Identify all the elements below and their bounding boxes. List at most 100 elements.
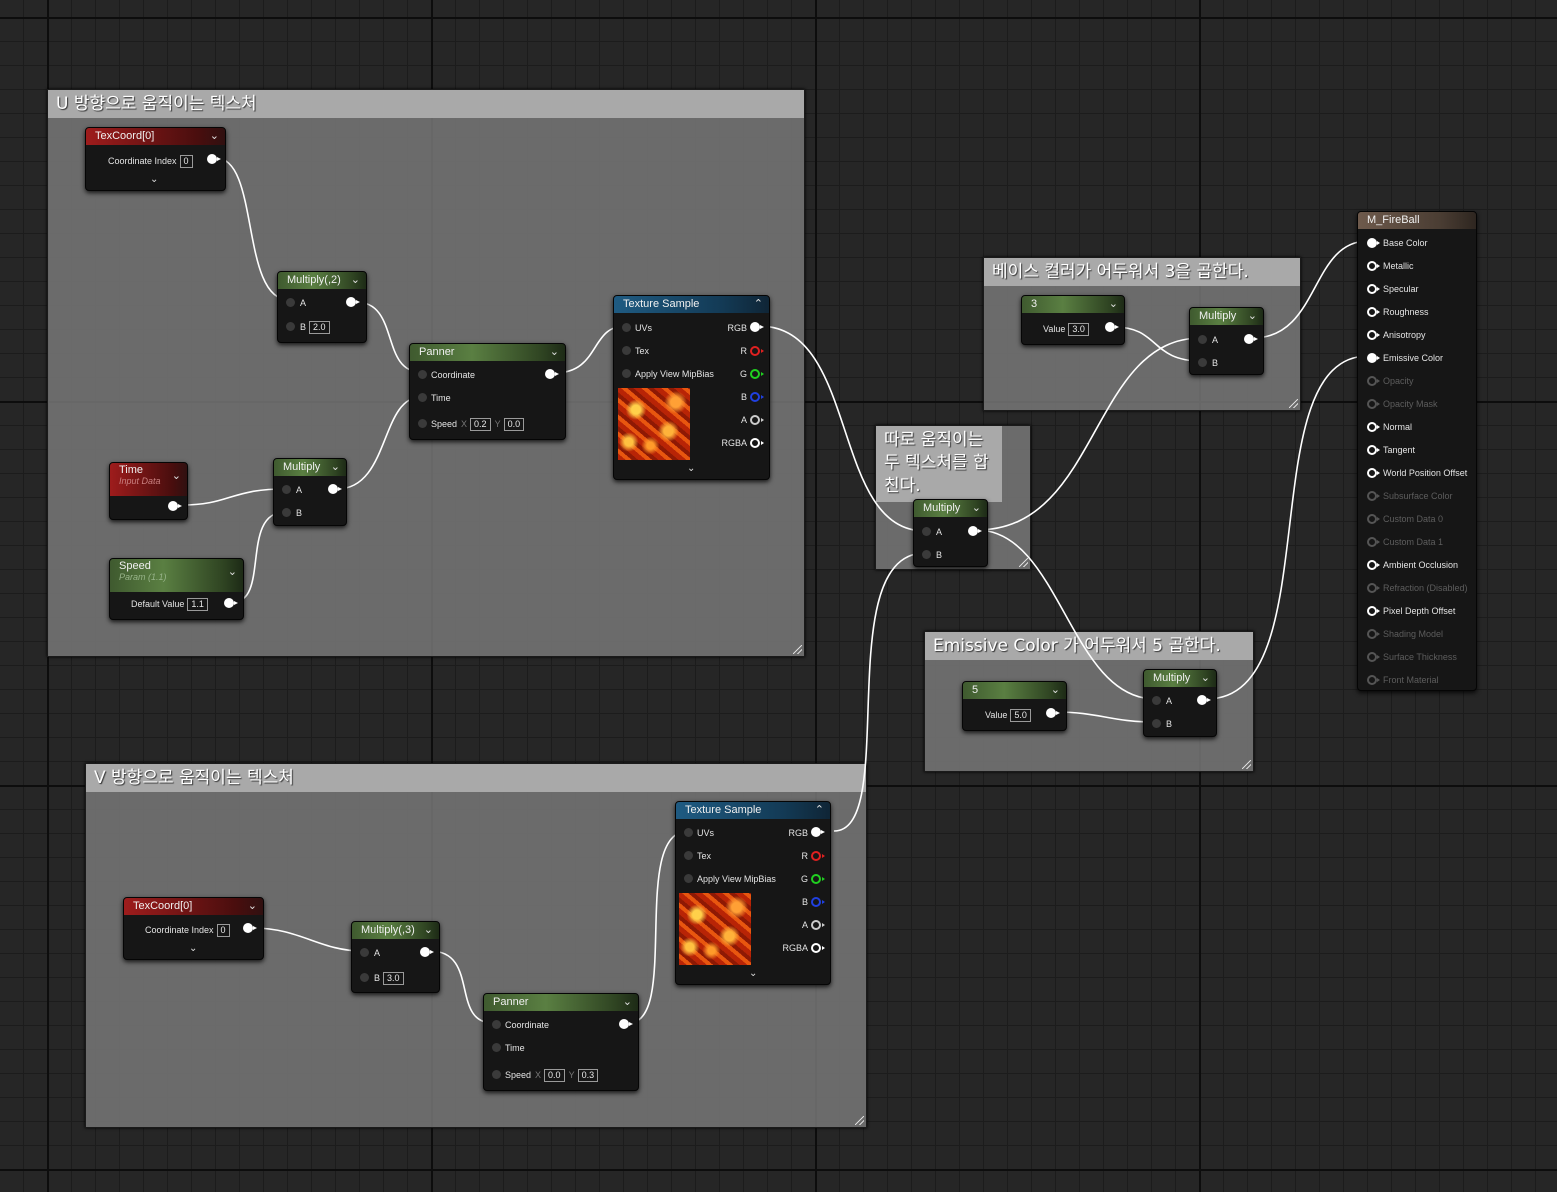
material-pin-row[interactable]: Roughness — [1358, 307, 1476, 319]
time-node[interactable]: Time Input Data ⌄ — [109, 462, 188, 520]
input-pin-speed[interactable] — [418, 419, 427, 428]
input-pin-a[interactable] — [922, 527, 931, 536]
input-pin-b[interactable] — [286, 322, 295, 331]
output-pin-rgba[interactable] — [750, 438, 764, 448]
node-header[interactable]: Panner ⌄ — [484, 994, 638, 1011]
material-pin-row[interactable]: Emissive Color — [1358, 353, 1476, 365]
b-value-input[interactable]: 3.0 — [383, 972, 404, 985]
input-pin-a[interactable] — [1152, 696, 1161, 705]
output-pin[interactable] — [346, 297, 360, 307]
chevron-down-icon[interactable]: ⌄ — [972, 500, 981, 517]
resize-handle-icon[interactable] — [1289, 399, 1298, 408]
input-pin-uvs[interactable] — [684, 828, 693, 837]
chevron-down-icon[interactable]: ⌄ — [1109, 296, 1118, 313]
chevron-up-icon[interactable]: ⌃ — [754, 296, 763, 313]
value-input[interactable]: 3.0 — [1068, 323, 1089, 336]
node-header[interactable]: Panner ⌄ — [410, 344, 565, 361]
node-header[interactable]: Multiply(,3) ⌄ — [352, 922, 439, 939]
constant-5-node[interactable]: 5 ⌄ Value 5.0 — [962, 681, 1067, 731]
value-input[interactable]: 5.0 — [1010, 709, 1031, 722]
texcoord-node-u[interactable]: TexCoord[0] ⌄ Coordinate Index 0 ⌄ — [85, 127, 226, 191]
material-pin-row[interactable]: Specular — [1358, 284, 1476, 296]
resize-handle-icon[interactable] — [793, 645, 802, 654]
input-pin-b[interactable] — [360, 973, 369, 982]
node-header[interactable]: Texture Sample ⌃ — [676, 802, 830, 819]
comment-title[interactable]: V 방향으로 움직이는 텍스처 — [86, 764, 866, 792]
multiply-node-time[interactable]: Multiply ⌄ A B — [273, 458, 347, 526]
multiply-node-u[interactable]: Multiply(,2) ⌄ A B 2.0 — [277, 271, 367, 343]
multiply-node-v[interactable]: Multiply(,3) ⌄ A B 3.0 — [351, 921, 440, 993]
input-pin-b[interactable] — [1152, 719, 1161, 728]
material-pin-row[interactable]: Pixel Depth Offset — [1358, 606, 1476, 618]
output-pin[interactable] — [545, 369, 559, 379]
input-pin[interactable] — [1367, 422, 1380, 432]
node-header[interactable]: Multiply ⌄ — [1190, 308, 1263, 325]
expand-arrow-icon[interactable]: ⌄ — [687, 463, 695, 474]
input-pin-a[interactable] — [282, 485, 291, 494]
input-pin-time[interactable] — [492, 1043, 501, 1052]
chevron-down-icon[interactable]: ⌄ — [172, 469, 181, 482]
output-pin-b[interactable] — [750, 392, 764, 402]
chevron-down-icon[interactable]: ⌄ — [210, 128, 219, 145]
material-result-node[interactable]: M_FireBall Base Color Metallic Specular Rou… — [1357, 211, 1477, 691]
input-pin-speed[interactable] — [492, 1070, 501, 1079]
output-pin-rgba[interactable] — [811, 943, 825, 953]
output-pin-a[interactable] — [750, 415, 764, 425]
input-pin-coordinate[interactable] — [492, 1020, 501, 1029]
texcoord-node-v[interactable]: TexCoord[0] ⌄ Coordinate Index 0 ⌄ — [123, 897, 264, 960]
material-pin-row[interactable]: Tangent — [1358, 445, 1476, 457]
node-header[interactable]: TexCoord[0] ⌄ — [124, 898, 263, 915]
output-pin[interactable] — [1197, 695, 1211, 705]
input-pin[interactable] — [1367, 560, 1380, 570]
input-pin[interactable] — [1367, 284, 1380, 294]
comment-title[interactable]: 따로 움직이는 두 텍스처를 합친다. — [876, 426, 1002, 502]
node-header[interactable]: 3 ⌄ — [1022, 296, 1124, 313]
expand-arrow-icon[interactable]: ⌄ — [189, 943, 197, 954]
node-header[interactable]: Time Input Data ⌄ — [110, 463, 187, 496]
comment-title[interactable]: Emissive Color 가 어두워서 5 곱한다. — [925, 632, 1253, 660]
output-pin-a[interactable] — [811, 920, 825, 930]
default-value-input[interactable]: 1.1 — [187, 598, 208, 611]
chevron-down-icon[interactable]: ⌄ — [424, 922, 433, 939]
material-pin-row[interactable]: Normal — [1358, 422, 1476, 434]
chevron-down-icon[interactable]: ⌄ — [331, 459, 340, 476]
output-pin[interactable] — [968, 526, 982, 536]
speed-param-node[interactable]: Speed Param (1.1) ⌄ Default Value 1.1 — [109, 558, 244, 620]
output-pin-rgb[interactable] — [750, 322, 764, 332]
output-pin[interactable] — [328, 484, 342, 494]
material-pin-row[interactable]: Base Color — [1358, 238, 1476, 250]
input-pin[interactable] — [1367, 468, 1380, 478]
node-header[interactable]: 5 ⌄ — [963, 682, 1066, 699]
output-pin[interactable] — [243, 923, 257, 933]
chevron-down-icon[interactable]: ⌄ — [1248, 308, 1257, 325]
output-pin-b[interactable] — [811, 897, 825, 907]
material-pin-row[interactable]: Anisotropy — [1358, 330, 1476, 342]
node-header[interactable]: Texture Sample ⌃ — [614, 296, 769, 313]
comment-title[interactable]: U 방향으로 움직이는 텍스처 — [48, 90, 804, 118]
expand-arrow-icon[interactable]: ⌄ — [150, 174, 158, 185]
input-pin[interactable] — [1367, 238, 1380, 248]
input-pin-a[interactable] — [360, 948, 369, 957]
material-title[interactable]: M_FireBall — [1358, 212, 1476, 229]
output-pin[interactable] — [207, 154, 221, 164]
input-pin[interactable] — [1367, 307, 1380, 317]
chevron-down-icon[interactable]: ⌄ — [248, 898, 257, 915]
chevron-down-icon[interactable]: ⌄ — [550, 344, 559, 361]
output-pin-r[interactable] — [811, 851, 825, 861]
input-pin-mipbias[interactable] — [622, 369, 631, 378]
output-pin[interactable] — [1105, 322, 1119, 332]
output-pin-r[interactable] — [750, 346, 764, 356]
multiply-node-emissive[interactable]: Multiply ⌄ A B — [1143, 669, 1217, 737]
texture-sample-node-u[interactable]: Texture Sample ⌃ UVs Tex Apply View MipBi… — [613, 295, 770, 480]
input-pin-tex[interactable] — [622, 346, 631, 355]
resize-handle-icon[interactable] — [855, 1116, 864, 1125]
coordinate-index-input[interactable]: 0 — [179, 155, 193, 168]
input-pin-b[interactable] — [922, 550, 931, 559]
input-pin[interactable] — [1367, 445, 1380, 455]
material-pin-row[interactable]: Ambient Occlusion — [1358, 560, 1476, 572]
chevron-up-icon[interactable]: ⌃ — [815, 802, 824, 819]
input-pin-time[interactable] — [418, 393, 427, 402]
speed-y-input[interactable]: 0.0 — [503, 418, 525, 431]
comment-title[interactable]: 베이스 컬러가 어두워서 3을 곱한다. — [984, 258, 1300, 286]
chevron-down-icon[interactable]: ⌄ — [1051, 682, 1060, 699]
